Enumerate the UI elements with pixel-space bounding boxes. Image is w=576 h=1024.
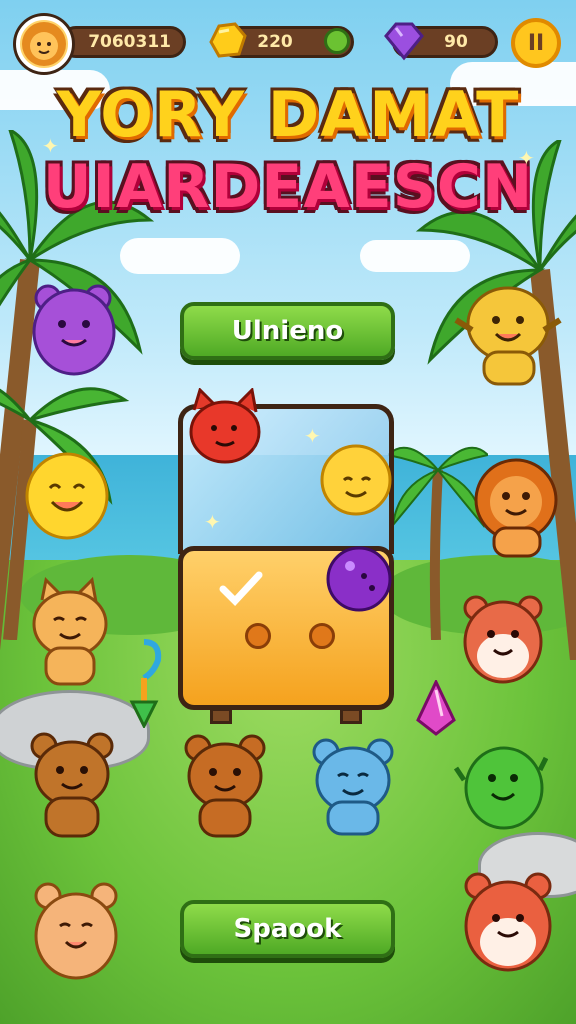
yellow-ball-critter[interactable] — [318, 440, 394, 522]
gem-count: 90 — [444, 32, 468, 52]
sparkle-icon: ✦ — [518, 146, 535, 170]
pause-icon: II — [527, 30, 545, 56]
yellow-lion-critter[interactable] — [448, 280, 566, 388]
sparkle-icon: ✦ — [42, 134, 59, 158]
blue-bear-critter[interactable] — [308, 736, 400, 836]
shop-button-label: Spaook — [233, 914, 342, 944]
gold-count: 220 — [257, 32, 293, 52]
machine-leg — [210, 708, 232, 724]
play-button-label: Ulnieno — [231, 316, 344, 346]
pink-crystal-icon[interactable] — [414, 680, 458, 736]
rainbow-potion-icon[interactable] — [124, 638, 164, 728]
yellow-chick-critter[interactable] — [22, 446, 112, 542]
add-gold-button[interactable] — [324, 28, 350, 54]
machine-leg — [340, 708, 362, 724]
lion-face-icon[interactable] — [16, 16, 72, 72]
play-button[interactable]: Ulnieno — [180, 302, 395, 360]
red-hamster-critter[interactable] — [460, 868, 556, 978]
pause-button[interactable]: II — [511, 18, 561, 68]
purple-ball-critter[interactable] — [324, 544, 394, 614]
title-line-2: UIARDEAESCN — [42, 152, 534, 222]
green-dino-critter[interactable] — [454, 740, 548, 840]
machine-eye — [309, 623, 335, 649]
coin-count: 7060311 — [88, 32, 171, 52]
machine-eye — [245, 623, 271, 649]
gold-nugget-icon — [209, 22, 247, 58]
coin-counter: 7060311 — [60, 26, 186, 58]
brown-bear-critter[interactable] — [26, 730, 120, 840]
red-hamster-critter[interactable] — [460, 592, 546, 688]
title-line-1: YORY DAMAT — [56, 78, 520, 151]
orange-lion-critter[interactable] — [468, 456, 566, 558]
checkmark-icon — [219, 571, 263, 607]
red-cat-critter[interactable] — [180, 388, 270, 474]
tan-cat-critter[interactable] — [20, 576, 116, 688]
tan-hamster-critter[interactable] — [30, 880, 122, 984]
shop-button[interactable]: Spaook — [180, 900, 395, 958]
brown-bear-critter[interactable] — [180, 732, 272, 840]
sparkle-icon: ✦ — [204, 510, 221, 534]
purple-bear-critter[interactable] — [26, 280, 122, 380]
purple-gem-icon — [384, 22, 424, 61]
